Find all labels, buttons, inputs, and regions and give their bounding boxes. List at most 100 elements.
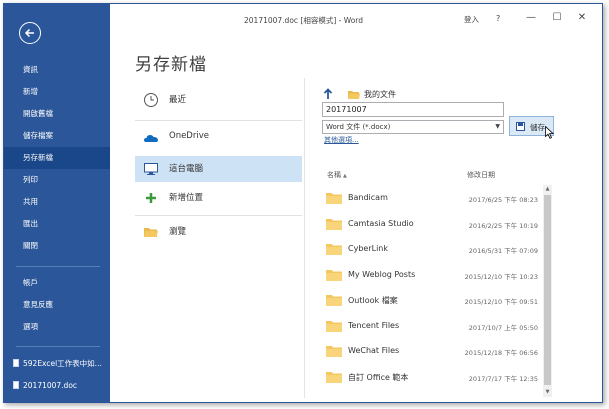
computer-icon	[144, 163, 158, 175]
column-header-date[interactable]: 修改日期	[467, 170, 495, 180]
folder-date: 2017/10/7 上午 05:50	[468, 323, 538, 332]
folder-date: 2015/12/10 下午 10:23	[464, 272, 538, 281]
folder-row[interactable]: 自訂 Office 範本 2017/7/17 下午 12:35	[319, 364, 542, 389]
nav-item-account[interactable]: 帳戶	[4, 272, 110, 294]
nav-item-share[interactable]: 共用	[4, 191, 110, 213]
folder-name: CyberLink	[348, 244, 388, 253]
nav-item-save-as[interactable]: 另存新檔	[4, 147, 110, 169]
recent-doc-label: 20171007.doc	[23, 381, 78, 390]
column-header-name[interactable]: 名稱 ▲	[327, 170, 347, 180]
scroll-up-arrow-icon[interactable]: ▲	[543, 185, 552, 194]
folder-icon	[326, 295, 342, 306]
folder-name: Outlook 檔案	[348, 296, 398, 305]
document-icon	[13, 359, 19, 367]
folder-name: My Weblog Posts	[348, 269, 416, 279]
window-title: 20171007.doc [相容模式] - Word	[244, 16, 364, 25]
help-button[interactable]: ?	[496, 14, 500, 23]
clock-icon	[144, 93, 158, 107]
more-options-link[interactable]: 其他選項...	[324, 135, 359, 145]
nav-item-save[interactable]: 儲存檔案	[4, 125, 110, 147]
back-button[interactable]	[19, 22, 41, 44]
recent-doc-item[interactable]: 592Excel工作表中如...	[4, 354, 110, 374]
word-backstage-window: 資訊 新增 開啟舊檔 儲存檔案 另存新檔 列印 共用 匯出 關閉 帳戶 意見反應…	[3, 3, 603, 403]
recent-doc-item[interactable]: 20171007.doc	[4, 376, 110, 396]
nav-item-close[interactable]: 關閉	[4, 235, 110, 257]
place-onedrive[interactable]: OneDrive	[135, 125, 302, 151]
nav-divider	[16, 346, 100, 347]
folder-row[interactable]: CyberLink 2016/5/31 下午 07:09	[319, 236, 542, 261]
place-label: 瀏覽	[169, 227, 187, 237]
place-add-location[interactable]: 新增位置	[135, 185, 302, 211]
filetype-select[interactable]: Word 文件 (*.docx) ▼	[322, 120, 504, 134]
page-title: 另存新檔	[135, 55, 207, 75]
folder-date: 2017/7/17 下午 12:35	[468, 374, 538, 383]
place-label: 新增位置	[169, 193, 204, 203]
pane-divider	[304, 78, 305, 398]
nav-item-new[interactable]: 新增	[4, 81, 110, 103]
nav-divider	[16, 266, 100, 267]
folder-date: 2015/12/10 下午 09:51	[464, 298, 538, 306]
plus-icon	[146, 193, 156, 203]
back-arrow-icon	[24, 28, 34, 38]
place-label: 最近	[169, 95, 187, 105]
folder-icon	[326, 371, 342, 383]
folder-row[interactable]: Bandicam 2017/6/25 下午 08:23	[319, 185, 542, 210]
nav-item-open[interactable]: 開啟舊檔	[4, 103, 110, 125]
vertical-scrollbar[interactable]: ▲ ▼	[543, 185, 552, 397]
folder-row[interactable]: Camtasia Studio 2016/2/25 下午 10:19	[319, 211, 542, 236]
floppy-disk-icon	[516, 122, 525, 131]
sign-in-link[interactable]: 登入	[464, 14, 479, 25]
filename-input[interactable]	[322, 102, 504, 117]
scrollbar-thumb[interactable]	[544, 195, 551, 385]
sort-ascending-icon: ▲	[343, 173, 347, 179]
folder-icon	[326, 244, 342, 255]
close-button[interactable]: ✕	[574, 10, 590, 26]
place-recent[interactable]: 最近	[135, 87, 302, 113]
place-this-pc[interactable]: 這台電腦	[135, 156, 302, 182]
folder-name: Camtasia Studio	[348, 218, 414, 228]
nav-item-info[interactable]: 資訊	[4, 59, 110, 81]
nav-item-feedback[interactable]: 意見反應	[4, 294, 110, 316]
save-button-label: 儲存	[530, 123, 545, 132]
up-folder-button[interactable]	[323, 88, 333, 103]
folder-date: 2015/12/18 下午 06:56	[464, 349, 538, 357]
nav-item-export[interactable]: 匯出	[4, 213, 110, 235]
onedrive-cloud-icon	[144, 135, 158, 142]
nav-item-options[interactable]: 選項	[4, 316, 110, 338]
recent-doc-label: 592Excel工作表中如...	[23, 359, 102, 368]
document-icon	[13, 381, 19, 389]
folder-row[interactable]: Tencent Files 2017/10/7 上午 05:50	[319, 313, 542, 338]
place-label: OneDrive	[169, 131, 209, 141]
chevron-down-icon: ▼	[495, 123, 500, 130]
folder-row[interactable]: Outlook 檔案 2015/12/10 下午 09:51	[319, 287, 542, 312]
column-header-label: 名稱	[327, 171, 341, 179]
place-browse[interactable]: 瀏覽	[135, 219, 302, 245]
folder-icon	[348, 91, 360, 99]
folder-icon	[326, 346, 342, 357]
folder-name: Bandicam	[348, 193, 388, 202]
place-label: 這台電腦	[169, 164, 204, 174]
backstage-nav: 資訊 新增 開啟舊檔 儲存檔案 另存新檔 列印 共用 匯出 關閉 帳戶 意見反應…	[4, 4, 110, 402]
folder-date: 2016/2/25 下午 10:19	[468, 221, 538, 230]
minimize-button[interactable]: —	[523, 10, 539, 26]
folder-row[interactable]: WeChat Files 2015/12/18 下午 06:56	[319, 338, 542, 363]
folder-icon	[326, 320, 342, 332]
current-path[interactable]: 我的文件	[364, 89, 396, 100]
folder-icon	[144, 228, 158, 237]
scroll-down-arrow-icon[interactable]: ▼	[543, 388, 552, 397]
folder-icon	[326, 193, 342, 204]
folder-name: Tencent Files	[348, 320, 400, 330]
folder-icon	[326, 218, 342, 230]
file-list: Bandicam 2017/6/25 下午 08:23 Camtasia Stu…	[319, 185, 542, 397]
places-divider	[135, 215, 302, 216]
folder-name: WeChat Files	[348, 346, 400, 355]
folder-date: 2016/5/31 下午 07:09	[468, 247, 538, 255]
mouse-cursor-icon	[545, 126, 554, 139]
filetype-value: Word 文件 (*.docx)	[326, 123, 391, 131]
folder-row[interactable]: My Weblog Posts 2015/12/10 下午 10:23	[319, 262, 542, 287]
folder-date: 2017/6/25 下午 08:23	[468, 196, 538, 204]
folder-icon	[326, 269, 342, 281]
folder-name: 自訂 Office 範本	[348, 372, 409, 382]
nav-item-print[interactable]: 列印	[4, 169, 110, 191]
maximize-button[interactable]: ☐	[549, 10, 565, 26]
